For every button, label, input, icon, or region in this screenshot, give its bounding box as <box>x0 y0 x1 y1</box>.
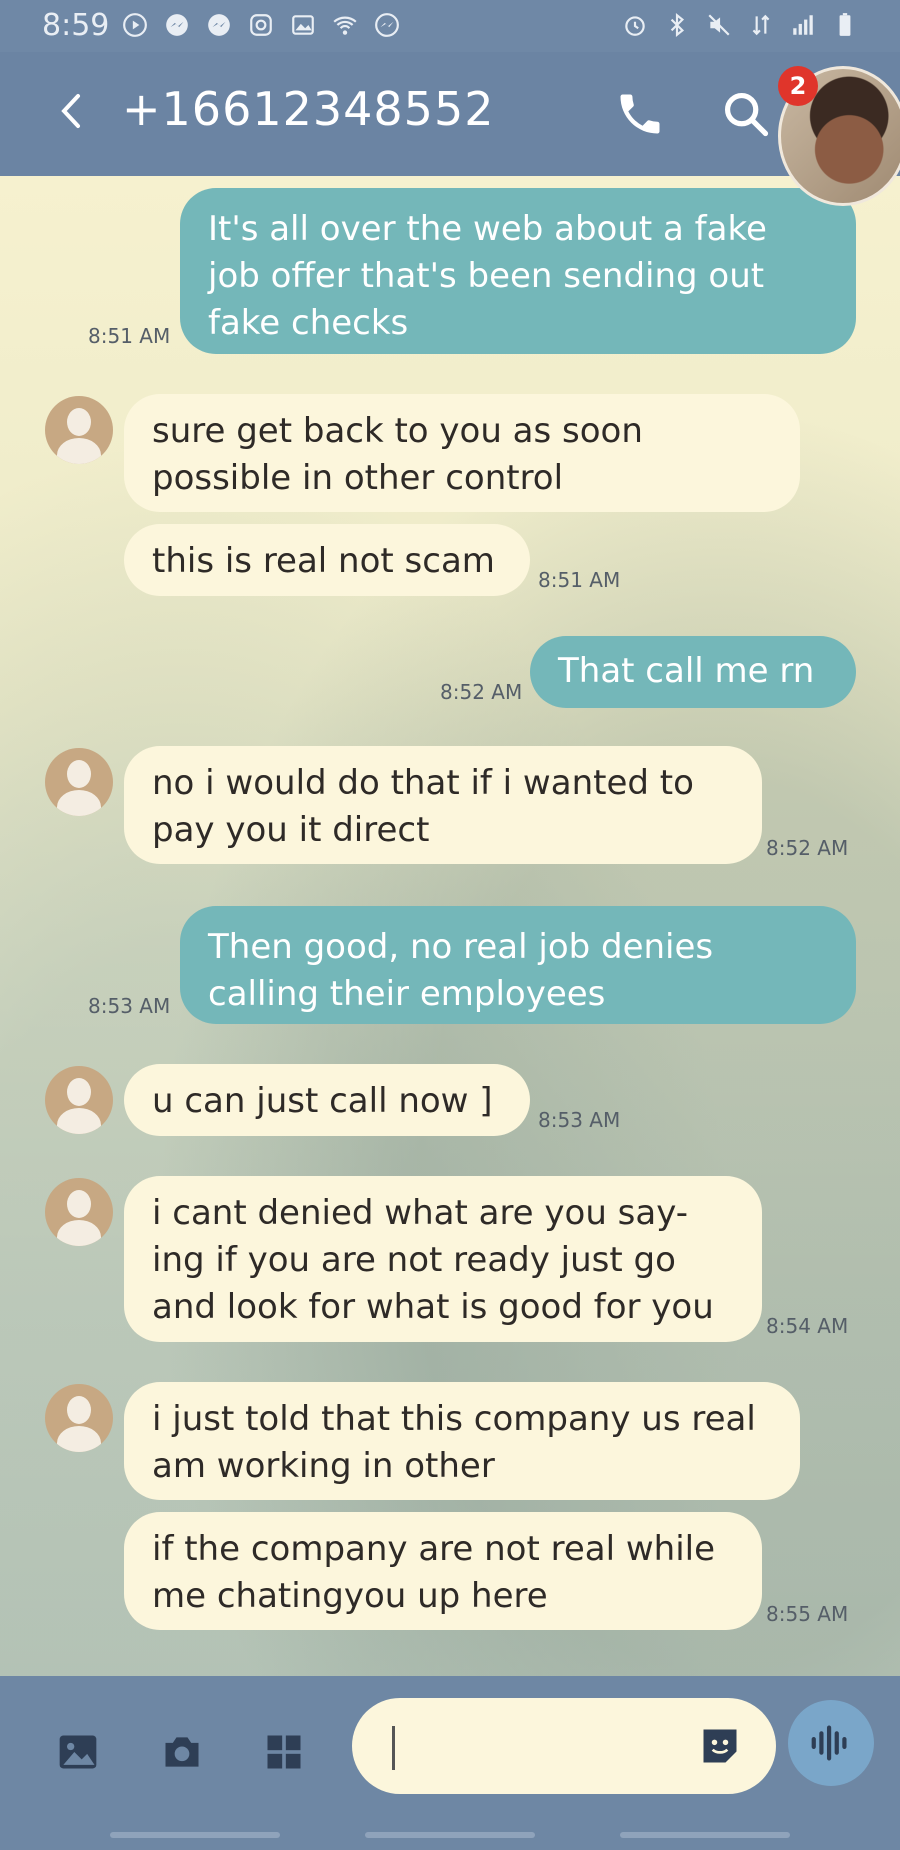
message-timestamp: 8:53 AM <box>538 1108 621 1132</box>
message-bubble-incoming[interactable]: if the company are not real while me cha… <box>124 1512 762 1630</box>
chevron-left-icon <box>61 94 80 128</box>
message-timestamp: 8:55 AM <box>766 1602 849 1626</box>
audio-wave-icon <box>811 1725 847 1761</box>
battery-icon <box>830 10 860 40</box>
play-icon <box>120 10 150 40</box>
gallery-button[interactable] <box>56 1730 100 1774</box>
message-text: no i would do that if i wanted to pay yo… <box>152 763 694 850</box>
bluetooth-icon <box>662 10 692 40</box>
message-text: sure get back to you as soon possible in… <box>152 411 643 498</box>
unread-badge: 2 <box>778 66 818 106</box>
message-text: i just told that this company us real am… <box>152 1399 756 1486</box>
message-timestamp: 8:51 AM <box>538 568 621 592</box>
image-icon <box>59 1735 97 1769</box>
contact-avatar[interactable] <box>45 1178 113 1246</box>
grid-icon <box>267 1735 301 1769</box>
message-text: Then good, no real job denies calling th… <box>208 927 714 1014</box>
message-timestamp: 8:53 AM <box>88 994 171 1018</box>
message-bubble-incoming[interactable]: no i would do that if i wanted to pay yo… <box>124 746 762 864</box>
call-button[interactable] <box>614 88 666 140</box>
system-nav-bar <box>0 1820 900 1850</box>
messenger-icon <box>372 10 402 40</box>
message-bubble-outgoing[interactable]: That call me rn <box>530 636 856 708</box>
message-timestamp: 8:51 AM <box>88 324 171 348</box>
messenger-icon <box>162 10 192 40</box>
data-icon <box>746 10 776 40</box>
signal-icon <box>788 10 818 40</box>
phone-icon <box>620 94 660 134</box>
mute-icon <box>704 10 734 40</box>
message-text: It's all over the web about a fake job o… <box>208 209 767 343</box>
wifi-call-icon <box>330 10 360 40</box>
alarm-icon <box>620 10 650 40</box>
voice-message-button[interactable] <box>788 1700 874 1786</box>
contact-avatar[interactable] <box>45 396 113 464</box>
nav-home[interactable] <box>365 1832 535 1838</box>
contact-number[interactable]: +16612348552 <box>122 82 494 136</box>
nav-recent[interactable] <box>110 1832 280 1838</box>
camera-button[interactable] <box>160 1730 204 1774</box>
back-button[interactable] <box>48 86 98 136</box>
message-input[interactable] <box>352 1698 776 1794</box>
nav-back[interactable] <box>620 1832 790 1838</box>
contact-avatar[interactable] <box>45 1384 113 1452</box>
message-text: That call me rn <box>558 651 815 691</box>
message-timestamp: 8:52 AM <box>440 680 523 704</box>
messenger-icon <box>204 10 234 40</box>
message-bubble-outgoing[interactable]: It's all over the web about a fake job o… <box>180 188 856 354</box>
sticker-button[interactable] <box>698 1724 742 1768</box>
message-bubble-incoming[interactable]: i just told that this company us real am… <box>124 1382 800 1500</box>
search-icon <box>724 92 769 137</box>
message-bubble-incoming[interactable]: this is real not scam <box>124 524 530 596</box>
message-text: if the company are not real while me cha… <box>152 1529 716 1616</box>
message-list[interactable]: It's all over the web about a fake job o… <box>0 176 900 1676</box>
status-time: 8:59 <box>42 8 110 43</box>
system-icons <box>620 10 860 40</box>
contact-avatar[interactable] <box>45 748 113 816</box>
message-text: u can just call now ] <box>152 1081 493 1121</box>
composer-bar <box>0 1676 900 1820</box>
message-timestamp: 8:54 AM <box>766 1314 849 1338</box>
message-bubble-incoming[interactable]: sure get back to you as soon possible in… <box>124 394 800 512</box>
sticker-icon <box>703 1729 737 1763</box>
message-bubble-incoming[interactable]: u can just call now ] <box>124 1064 530 1136</box>
conversation-header: +16612348552 <box>0 52 900 176</box>
search-button[interactable] <box>720 88 772 140</box>
apps-button[interactable] <box>262 1730 306 1774</box>
camera-icon <box>165 1737 199 1767</box>
text-cursor <box>392 1726 395 1770</box>
status-bar: 8:59 <box>0 0 900 52</box>
message-bubble-outgoing[interactable]: Then good, no real job denies calling th… <box>180 906 856 1024</box>
contact-avatar[interactable] <box>45 1066 113 1134</box>
message-bubble-incoming[interactable]: i cant denied what are you say-ing if yo… <box>124 1176 762 1342</box>
message-text: i cant denied what are you say-ing if yo… <box>152 1193 714 1327</box>
gallery-icon <box>288 10 318 40</box>
instagram-icon <box>246 10 276 40</box>
notification-icons <box>120 10 402 40</box>
message-text: this is real not scam <box>152 541 495 581</box>
message-timestamp: 8:52 AM <box>766 836 849 860</box>
